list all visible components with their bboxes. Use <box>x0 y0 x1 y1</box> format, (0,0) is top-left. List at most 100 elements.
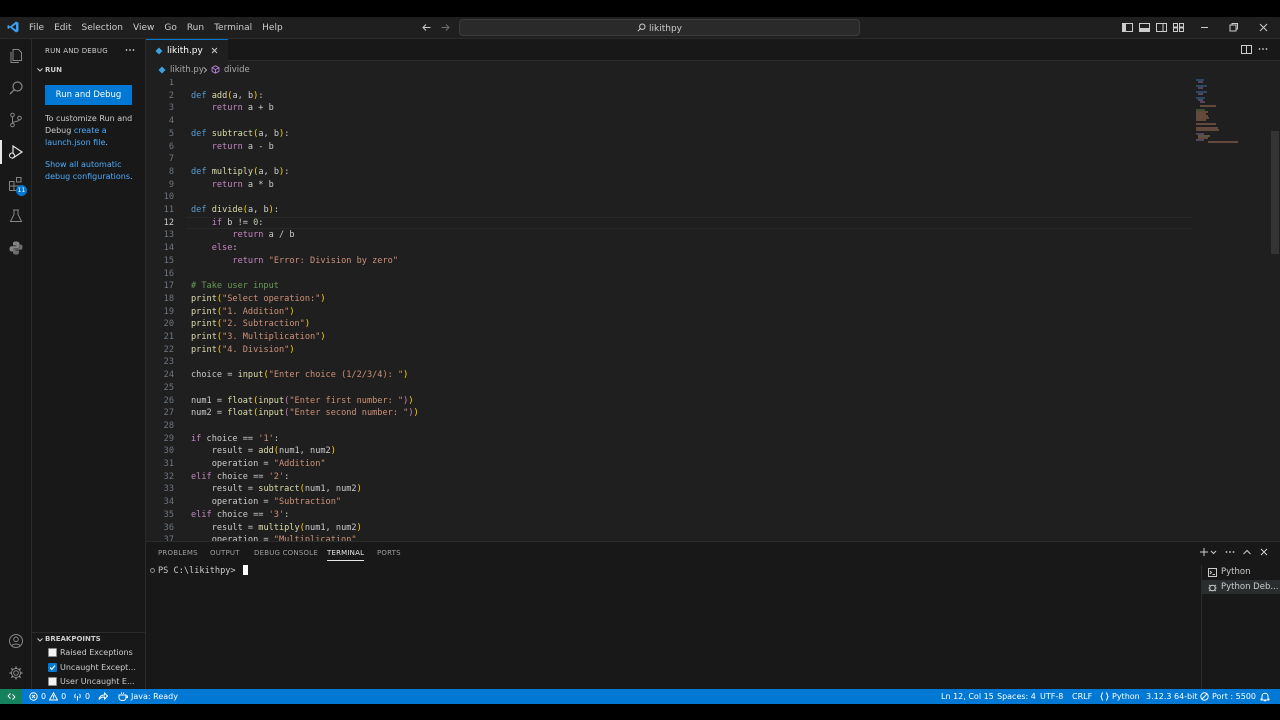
breakpoint-uncaught-exceptions[interactable]: Uncaught Except... <box>48 661 136 674</box>
code-line: 32 elif choice == '2': <box>163 471 290 482</box>
tab-terminal[interactable]: TERMINAL <box>327 549 365 561</box>
create-launch-json-link[interactable]: create a <box>74 126 107 135</box>
extensions-icon[interactable]: 11 <box>0 168 32 200</box>
chevron-down-icon[interactable] <box>36 66 44 74</box>
menu-run[interactable]: Run <box>182 22 209 34</box>
remote-indicator[interactable] <box>0 689 22 704</box>
terminal-item-python-debug[interactable]: Python Deb... <box>1202 580 1280 594</box>
tab-problems[interactable]: PROBLEMS <box>158 549 198 557</box>
checkbox[interactable] <box>48 677 57 686</box>
close-panel-icon[interactable] <box>1259 547 1269 557</box>
end-of-line[interactable]: CRLF <box>1072 689 1092 704</box>
checkmark-icon <box>49 665 56 671</box>
no-entry-icon <box>1200 692 1209 701</box>
code-line: 20 print("2. Subtraction") <box>163 319 311 330</box>
tab-debug-console[interactable]: DEBUG CONSOLE <box>254 549 318 557</box>
menu-selection[interactable]: Selection <box>77 22 128 34</box>
breakpoint-label: Raised Exceptions <box>60 648 133 657</box>
cursor-position[interactable]: Ln 12, Col 15 <box>941 689 994 704</box>
new-terminal-plus-icon[interactable] <box>1199 547 1209 557</box>
code-line: 28 <box>163 420 174 431</box>
close-tab-icon[interactable] <box>210 46 219 55</box>
maximize-panel-icon[interactable] <box>1242 547 1252 557</box>
method-symbol-icon <box>211 65 220 74</box>
breadcrumb-symbol[interactable]: divide <box>224 65 250 75</box>
checkbox[interactable] <box>48 648 57 657</box>
bottom-panel: PROBLEMS OUTPUT DEBUG CONSOLE TERMINAL P… <box>146 541 1280 690</box>
notifications[interactable] <box>1260 689 1270 704</box>
terminal-prompt-line[interactable]: PS C:\likithpy> <box>150 565 248 576</box>
code-line: 35 elif choice == '3': <box>163 509 290 520</box>
panel-more-actions-icon[interactable] <box>1225 547 1235 557</box>
python-icon[interactable] <box>0 232 32 264</box>
chevron-down-icon[interactable] <box>1210 549 1217 556</box>
warning-count: 0 <box>61 692 67 701</box>
tab-likith-py[interactable]: likith.py <box>146 39 228 62</box>
breadcrumb-file[interactable]: likith.py <box>170 65 204 75</box>
close-window-icon[interactable] <box>1258 22 1269 33</box>
scrollbar-thumb[interactable] <box>1271 131 1279 254</box>
sidebar-more-actions-icon[interactable] <box>125 45 135 55</box>
menu-help[interactable]: Help <box>257 22 288 34</box>
terminal-item-python[interactable]: Python <box>1202 565 1280 579</box>
menu-edit[interactable]: Edit <box>49 22 76 34</box>
minimap[interactable] <box>1194 79 1256 143</box>
menu-file[interactable]: File <box>24 22 49 34</box>
toggle-panel-icon[interactable] <box>1139 22 1150 33</box>
editor-tabs: likith.py <box>146 39 1280 62</box>
back-arrow-icon[interactable] <box>421 22 432 33</box>
accounts-icon[interactable] <box>0 625 32 657</box>
code-line: 17 # Take user input <box>163 281 279 292</box>
toggle-primary-sidebar-icon[interactable] <box>1122 22 1133 33</box>
live-server-port[interactable]: Port : 5500 <box>1200 689 1256 704</box>
editor-more-actions-icon[interactable] <box>1258 44 1268 54</box>
encoding[interactable]: UTF-8 <box>1040 689 1063 704</box>
create-launch-json-link-cont[interactable]: launch.json file <box>45 138 105 147</box>
breakpoints-section[interactable]: BREAKPOINTS <box>32 632 146 646</box>
ports-indicator[interactable]: 0 <box>73 689 90 704</box>
ports-count: 0 <box>85 692 91 701</box>
code-line: 18 print("Select operation:") <box>163 293 326 304</box>
toggle-secondary-sidebar-icon[interactable] <box>1156 22 1167 33</box>
menu-terminal[interactable]: Terminal <box>209 22 257 34</box>
explorer-icon[interactable] <box>0 40 32 72</box>
menu-view[interactable]: View <box>128 22 159 34</box>
tab-ports[interactable]: PORTS <box>377 549 401 557</box>
forward-arrow-icon[interactable] <box>440 22 451 33</box>
source-control-icon[interactable] <box>0 104 32 136</box>
problems-indicator[interactable]: 0 0 <box>29 689 66 704</box>
checkbox-checked[interactable] <box>48 663 57 672</box>
run-section-header[interactable]: RUN <box>45 66 62 74</box>
testing-icon[interactable] <box>0 200 32 232</box>
run-and-debug-button[interactable]: Run and Debug <box>45 85 132 105</box>
show-all-configs-link[interactable]: Show all automatic <box>45 160 121 169</box>
show-all-configs-link-cont[interactable]: debug configurations <box>45 172 130 181</box>
tab-output[interactable]: OUTPUT <box>210 549 240 557</box>
menu-bar: File Edit Selection View Go Run Terminal… <box>24 22 288 34</box>
terminal-item-label: Python Deb... <box>1221 582 1279 592</box>
minimize-icon[interactable] <box>1199 22 1210 33</box>
code-editor[interactable]: 1 2 def add(a, b): 3 return a + b 4 5 def … <box>146 79 1280 541</box>
restore-icon[interactable] <box>1228 22 1239 33</box>
breakpoint-user-uncaught[interactable]: User Uncaught E... <box>48 675 135 688</box>
manage-gear-icon[interactable] <box>0 657 32 689</box>
breakpoint-label: Uncaught Except... <box>60 663 136 672</box>
breakpoint-raised-exceptions[interactable]: Raised Exceptions <box>48 646 133 659</box>
customize-layout-icon[interactable] <box>1173 22 1184 33</box>
java-status[interactable]: Java: Ready <box>118 689 178 704</box>
command-decoration-icon <box>150 568 155 573</box>
menu-go[interactable]: Go <box>159 22 181 34</box>
indentation[interactable]: Spaces: 4 <box>997 689 1036 704</box>
language-mode[interactable]: Python <box>1100 689 1140 704</box>
live-share-indicator[interactable] <box>98 689 108 704</box>
code-line: 33 result = subtract(num1, num2) <box>163 484 362 495</box>
chevron-down-icon[interactable] <box>36 636 44 644</box>
search-icon[interactable] <box>0 72 32 104</box>
split-editor-icon[interactable] <box>1241 44 1252 55</box>
run-and-debug-icon[interactable] <box>0 136 32 168</box>
python-interpreter[interactable]: 3.12.3 64-bit <box>1146 689 1198 704</box>
code-line: 34 operation = "Subtraction" <box>163 497 342 508</box>
command-center-search[interactable]: likithpy <box>459 19 860 36</box>
editor-scrollbar[interactable] <box>1270 79 1280 541</box>
current-code-line: 12 if b != 0: <box>146 216 1196 230</box>
